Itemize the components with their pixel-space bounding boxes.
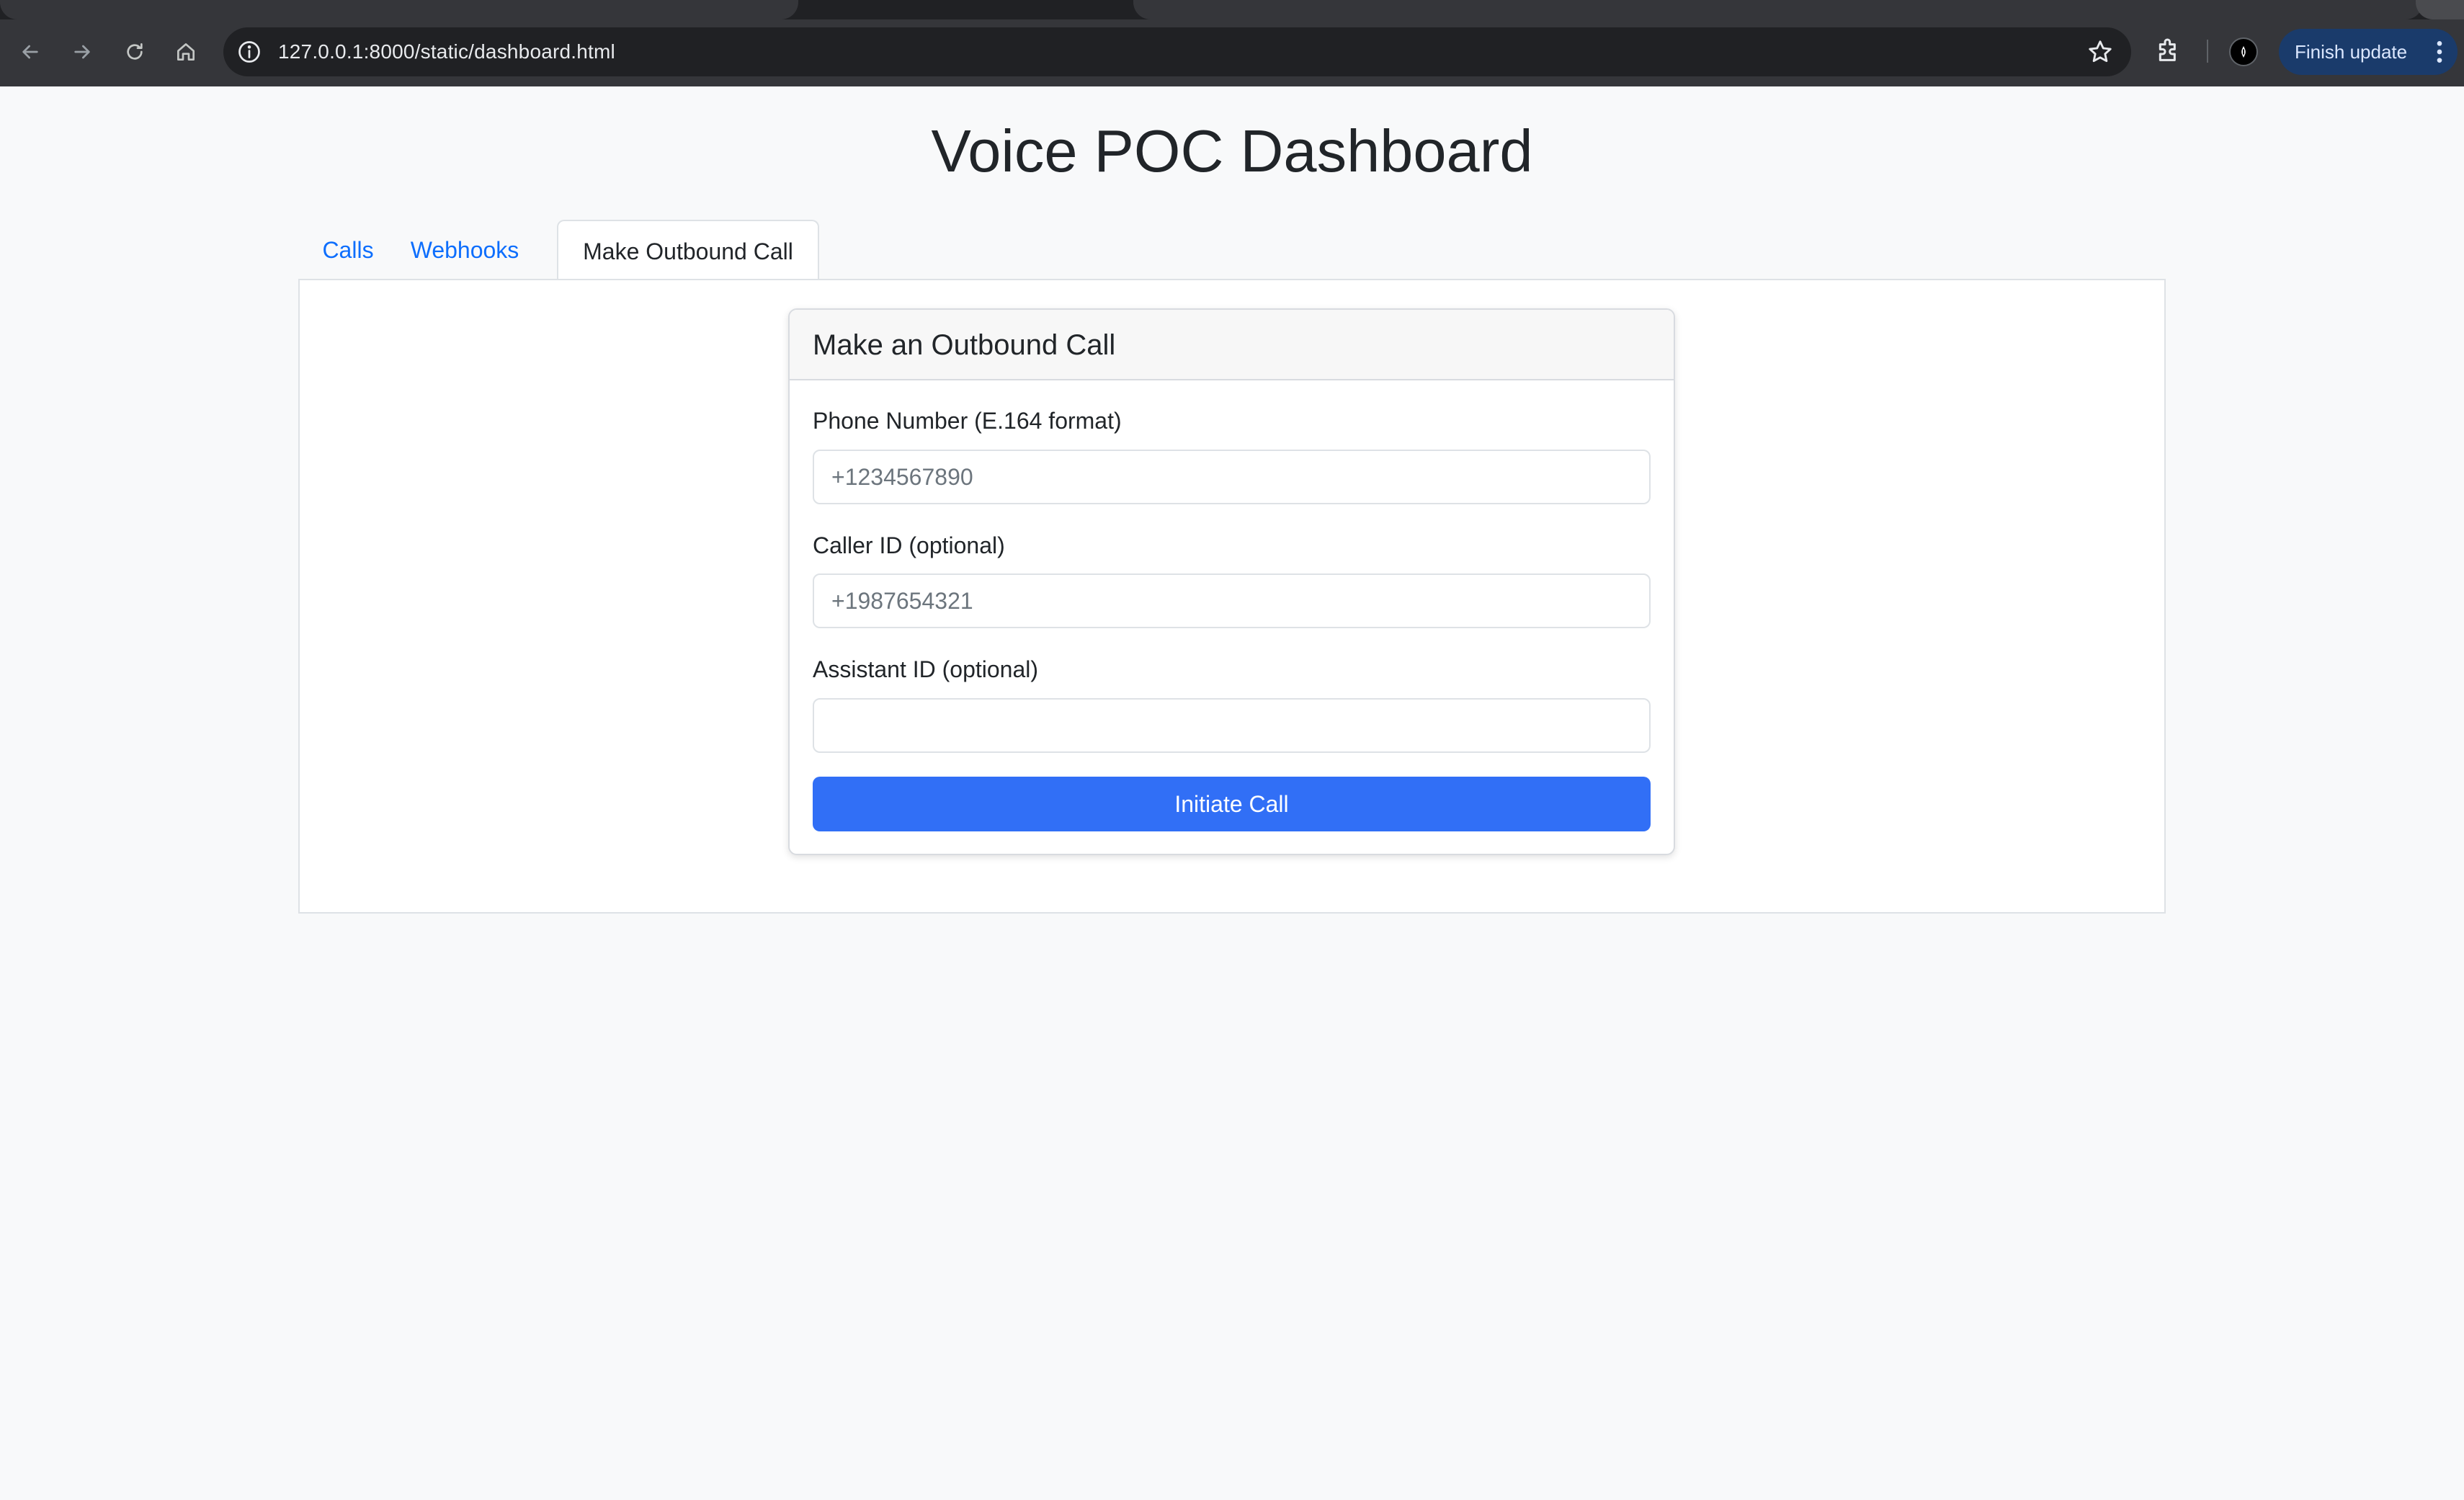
arrow-right-icon <box>74 45 90 59</box>
browser-tab[interactable] <box>0 0 798 19</box>
phone-number-input[interactable] <box>813 450 1651 504</box>
puzzle-icon[interactable] <box>2154 36 2183 65</box>
initiate-call-button[interactable]: Initiate Call <box>813 777 1651 831</box>
browser-tab[interactable] <box>1133 0 2423 19</box>
back-button[interactable] <box>9 30 52 73</box>
reload-icon <box>127 43 143 60</box>
card-title: Make an Outbound Call <box>813 329 1116 361</box>
page-title: Voice POC Dashboard <box>931 117 1533 184</box>
url-text[interactable]: 127.0.0.1:8000/static/dashboard.html <box>278 27 615 76</box>
home-icon <box>177 43 195 61</box>
star-icon[interactable] <box>2086 38 2114 66</box>
finish-update-label: Finish update <box>2295 40 2408 63</box>
finish-update-button[interactable]: Finish update <box>2279 29 2458 75</box>
home-button[interactable] <box>164 30 207 73</box>
phone-number-label: Phone Number (E.164 format) <box>813 408 1122 434</box>
assistant-id-input[interactable] <box>813 698 1651 753</box>
info-icon[interactable] <box>236 39 262 65</box>
arrow-left-icon <box>22 45 38 59</box>
forward-button[interactable] <box>61 30 104 73</box>
address-bar[interactable]: 127.0.0.1:8000/static/dashboard.html <box>223 27 2131 76</box>
tab-webhooks[interactable]: Webhooks <box>398 220 532 280</box>
profile-avatar-icon[interactable] <box>2229 37 2258 66</box>
assistant-id-label: Assistant ID (optional) <box>813 656 1039 682</box>
browser-toolbar: 127.0.0.1:8000/static/dashboard.html Fin… <box>0 0 2464 86</box>
reload-button[interactable] <box>113 30 156 73</box>
browser-tabstrip <box>0 0 2464 19</box>
dashboard-tabs: Calls Webhooks Make Outbound Call <box>298 220 2166 282</box>
kebab-menu-icon <box>2437 41 2442 63</box>
tab-calls[interactable]: Calls <box>298 220 398 280</box>
browser-tab[interactable] <box>2416 0 2464 19</box>
outbound-call-card: Make an Outbound Call Phone Number (E.16… <box>788 308 1675 855</box>
toolbar-divider <box>2207 40 2208 63</box>
caller-id-input[interactable] <box>813 573 1651 628</box>
tab-make-outbound-call[interactable]: Make Outbound Call <box>557 220 819 282</box>
caller-id-label: Caller ID (optional) <box>813 532 1005 558</box>
card-header: Make an Outbound Call <box>790 310 1674 380</box>
